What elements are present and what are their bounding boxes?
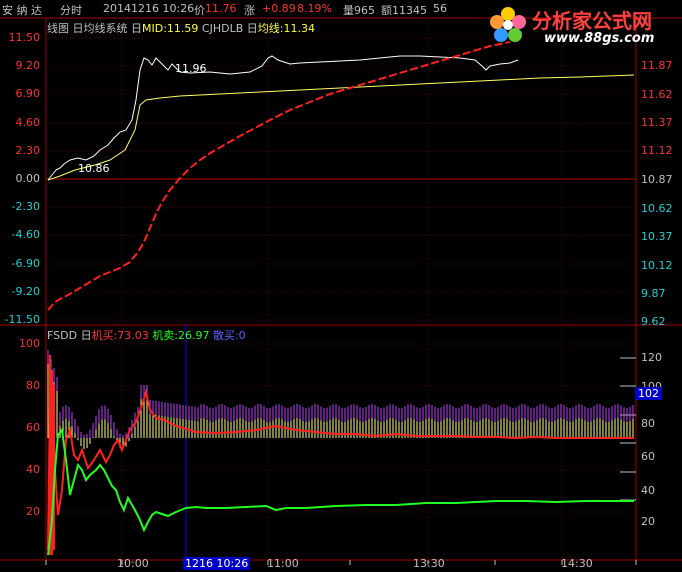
left-axis-label: -6.90 [11, 256, 40, 270]
flower-logo-icon [490, 7, 526, 42]
left-indicator-label: 80 [26, 379, 40, 392]
left-axis-label: 4.60 [15, 115, 41, 129]
right-axis-label: 11.87 [641, 59, 673, 72]
left-axis-label: 0.00 [15, 172, 41, 185]
right-axis-label: 9.62 [641, 315, 666, 328]
left-indicator-label: 20 [26, 505, 40, 518]
logo-title: 分析家公式网 [532, 9, 652, 33]
mid-line [47, 41, 511, 311]
indicator-prefix: 日 [80, 329, 92, 342]
left-axis-label: -11.50 [4, 313, 40, 326]
time-label: 14:30 [561, 557, 593, 570]
right-indicator-label: 20 [641, 515, 655, 528]
right-axis-label: 9.87 [641, 287, 666, 300]
left-axis-label: -2.30 [11, 200, 40, 214]
upper-legend: 线图 日均线系统 日MID:11.59 CJHDLB 日均线:11.34 [47, 20, 315, 36]
high-price-annotation: 11.96 [175, 62, 207, 75]
legend-sell: 机卖:26.97 [152, 329, 210, 342]
left-indicator-label: 100 [19, 337, 40, 350]
right-axis-label: 10.62 [641, 202, 673, 215]
legend-mid: MID:11.59 [142, 22, 199, 35]
indicator-name[interactable]: FSDD [47, 329, 77, 342]
right-axis-label: 10.37 [641, 230, 673, 243]
left-axis-label: -9.20 [11, 284, 40, 298]
right-indicator-label: 60 [641, 450, 655, 463]
right-axis-label: 10.12 [641, 259, 673, 272]
lower-legend: FSDD 日机买:73.03 机卖:26.97 散买:0 [47, 327, 246, 343]
legend-avg: 均线:11.34 [257, 22, 315, 35]
time-label: 13:30 [413, 557, 445, 570]
price-line [47, 55, 519, 181]
time-label: 11:00 [267, 557, 299, 570]
legend-cjhdlb[interactable]: CJHDLB [202, 22, 243, 35]
right-indicator-label: 40 [641, 484, 655, 497]
legend-prefix: 日 [131, 22, 142, 35]
cursor-time-label: 1216 10:26 [183, 557, 251, 570]
right-axis-label: 11.62 [641, 88, 673, 101]
right-axis-label: 11.12 [641, 144, 673, 157]
left-axis-label: 2.30 [15, 143, 41, 157]
left-axis-label: 6.90 [15, 87, 41, 101]
logo-url: www.88gs.com [544, 31, 655, 46]
right-indicator-label: 80 [641, 417, 655, 430]
right-axis-label: 11.37 [641, 116, 673, 129]
current-volume-marker: 102 [635, 387, 662, 400]
low-price-annotation: 10.86 [78, 162, 110, 175]
chart-canvas[interactable]: 11.96 10.86 [0, 0, 682, 572]
left-indicator-label: 60 [26, 421, 40, 434]
site-logo: 分析家公式网 www.88gs.com [488, 3, 680, 51]
left-indicator-label: 40 [26, 463, 40, 476]
left-axis-label: -4.60 [11, 228, 40, 242]
legend-ma-system[interactable]: 日均线系统 [73, 22, 128, 35]
volume-bars [47, 350, 634, 555]
sell-line [47, 427, 634, 556]
legend-buy: 机买:73.03 [91, 329, 149, 342]
right-axis-label: 10.87 [641, 173, 673, 186]
time-label: 10:00 [117, 557, 149, 570]
legend-prefix-2: 日 [246, 22, 258, 35]
left-axis-label: 9.20 [15, 59, 41, 73]
legend-retail: 散买:0 [212, 329, 246, 342]
legend-line-chart[interactable]: 线图 [47, 22, 69, 35]
left-axis-label: 11.50 [8, 31, 41, 44]
right-indicator-label: 120 [641, 351, 662, 364]
